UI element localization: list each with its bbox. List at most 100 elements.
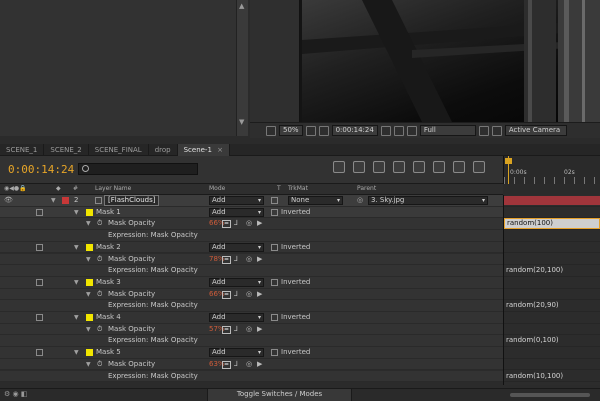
always-preview-icon[interactable] bbox=[266, 125, 276, 136]
mask-name[interactable]: Mask 5 bbox=[96, 347, 121, 358]
mask-name[interactable]: Mask 3 bbox=[96, 277, 121, 288]
expression-graph-icon[interactable]: ⅃ bbox=[234, 254, 238, 265]
mask-lock-checkbox[interactable] bbox=[36, 349, 43, 357]
expression-pickwhip-icon[interactable]: ◎ bbox=[246, 218, 252, 229]
inverted-checkbox[interactable] bbox=[271, 314, 278, 321]
expression-enable-icon[interactable]: = bbox=[222, 220, 231, 229]
expand-property-icon[interactable]: ▼ bbox=[86, 218, 91, 229]
project-scrollbar[interactable]: ▲ ▼ bbox=[236, 0, 248, 136]
header-num[interactable]: # bbox=[73, 185, 78, 192]
opacity-track[interactable]: random(100) bbox=[504, 218, 600, 231]
expression-row[interactable]: Expression: Mask Opacity bbox=[0, 335, 503, 348]
expression-field[interactable]: random(0,100) bbox=[506, 336, 559, 344]
expand-property-icon[interactable]: ▼ bbox=[86, 324, 91, 335]
tab-scene-1[interactable]: SCENE_1 bbox=[0, 144, 45, 156]
stopwatch-icon[interactable]: ⏱ bbox=[97, 218, 102, 229]
expression-row[interactable]: Expression: Mask Opacity bbox=[0, 300, 503, 312]
mask-name[interactable]: Mask 2 bbox=[96, 242, 121, 253]
expand-layer-icon[interactable]: ▼ bbox=[51, 195, 56, 206]
mask-color-swatch[interactable] bbox=[86, 349, 93, 357]
expression-graph-icon[interactable]: ⅃ bbox=[234, 289, 238, 300]
expand-property-icon[interactable]: ▼ bbox=[86, 254, 91, 265]
mask-name[interactable]: Mask 4 bbox=[96, 312, 121, 323]
expression-pickwhip-icon[interactable]: ◎ bbox=[246, 254, 252, 265]
stopwatch-icon[interactable]: ⏱ bbox=[97, 254, 102, 265]
scroll-up-icon[interactable]: ▲ bbox=[239, 2, 244, 10]
preserve-transparency-checkbox[interactable] bbox=[271, 197, 278, 204]
mask-opacity-row[interactable]: ▼ ⏱ Mask Opacity 57% = ⅃ ◎ ▶ bbox=[0, 323, 503, 336]
layer-mode-select[interactable]: Add bbox=[209, 196, 264, 205]
expression-row[interactable]: Expression: Mask Opacity bbox=[0, 370, 503, 383]
tab-scene-1-active[interactable]: Scene-1 × bbox=[177, 144, 231, 156]
expand-mask-icon[interactable]: ▼ bbox=[74, 207, 79, 218]
composition-viewer[interactable] bbox=[250, 0, 600, 122]
track-area[interactable]: random(100) random(20,100) random(20,90) ra… bbox=[503, 195, 600, 385]
layer-name-field[interactable]: [FlashClouds] bbox=[104, 195, 160, 206]
mask-mode-select[interactable]: Add bbox=[209, 348, 264, 358]
mask-track[interactable] bbox=[504, 312, 600, 324]
expression-enable-icon[interactable]: = bbox=[222, 325, 231, 334]
expand-mask-icon[interactable]: ▼ bbox=[74, 242, 79, 253]
mask-lock-checkbox[interactable] bbox=[36, 243, 43, 251]
close-icon[interactable]: × bbox=[217, 146, 223, 154]
mask-opacity-row[interactable]: ▼ ⏱ Mask Opacity 66% = ⅃ ◎ ▶ bbox=[0, 288, 503, 301]
mask-mode-select[interactable]: Add bbox=[209, 313, 264, 322]
mask-track[interactable] bbox=[504, 277, 600, 289]
mask-mode-select[interactable]: Add bbox=[209, 207, 264, 217]
stopwatch-icon[interactable]: ⏱ bbox=[97, 324, 102, 335]
mask-mode-select[interactable]: Add bbox=[209, 242, 264, 252]
mask-row[interactable]: ▼ Mask 2 Add Inverted bbox=[0, 241, 503, 254]
mask-color-swatch[interactable] bbox=[86, 243, 93, 251]
tab-scene-final[interactable]: SCENE_FINAL bbox=[89, 144, 149, 156]
mask-track[interactable] bbox=[504, 207, 600, 219]
layer-row[interactable]: 👁 ▼ 2 [FlashClouds] Add None ◎ 3. Sky.jp… bbox=[0, 195, 503, 207]
brainstorm-icon[interactable] bbox=[473, 161, 485, 173]
mask-color-swatch[interactable] bbox=[86, 314, 93, 321]
layer-track[interactable] bbox=[504, 195, 600, 207]
color-channel-icon[interactable] bbox=[406, 125, 417, 136]
safe-margins-icon[interactable] bbox=[305, 125, 316, 136]
expression-language-icon[interactable]: ▶ bbox=[257, 218, 262, 229]
expression-language-icon[interactable]: ▶ bbox=[257, 254, 262, 265]
inverted-checkbox[interactable] bbox=[271, 208, 278, 216]
expression-graph-icon[interactable]: ⅃ bbox=[234, 324, 238, 335]
expression-track[interactable]: random(20,90) bbox=[504, 300, 600, 312]
header-parent[interactable]: Parent bbox=[357, 185, 376, 192]
expression-field[interactable]: random(20,100) bbox=[506, 266, 563, 274]
current-time-display[interactable]: 0:00:14:24 bbox=[8, 163, 74, 176]
expression-track[interactable]: random(20,100) bbox=[504, 265, 600, 277]
expression-pickwhip-icon[interactable]: ◎ bbox=[246, 289, 252, 300]
stopwatch-icon[interactable]: ⏱ bbox=[97, 359, 102, 370]
footer-icons[interactable]: ⚙ ◉ ◧ bbox=[4, 390, 27, 398]
tab-drop[interactable]: drop bbox=[149, 144, 178, 156]
opacity-track[interactable] bbox=[504, 359, 600, 371]
expression-graph-icon[interactable]: ⅃ bbox=[234, 218, 238, 229]
expand-mask-icon[interactable]: ▼ bbox=[74, 347, 79, 358]
expand-property-icon[interactable]: ▼ bbox=[86, 289, 91, 300]
opacity-track[interactable] bbox=[504, 254, 600, 266]
mask-track[interactable] bbox=[504, 347, 600, 359]
expression-graph-icon[interactable]: ⅃ bbox=[234, 359, 238, 370]
expression-enable-icon[interactable]: = bbox=[222, 255, 231, 264]
hide-shy-icon[interactable] bbox=[393, 161, 405, 173]
header-trkmat[interactable]: TrkMat bbox=[288, 185, 308, 192]
mask-row[interactable]: ▼ Mask 5 Add Inverted bbox=[0, 347, 503, 359]
viewer-timecode[interactable]: 0:00:14:24 bbox=[331, 125, 378, 136]
mask-lock-checkbox[interactable] bbox=[36, 314, 43, 321]
mask-name[interactable]: Mask 1 bbox=[96, 207, 121, 218]
expression-field[interactable]: random(100) bbox=[504, 218, 600, 230]
expression-track[interactable]: random(10,100) bbox=[504, 371, 600, 383]
expression-language-icon[interactable]: ▶ bbox=[257, 324, 262, 335]
inverted-checkbox[interactable] bbox=[271, 278, 278, 286]
expression-language-icon[interactable]: ▶ bbox=[257, 289, 262, 300]
expression-enable-icon[interactable]: = bbox=[222, 290, 231, 299]
expand-mask-icon[interactable]: ▼ bbox=[74, 312, 79, 323]
mask-visibility-icon[interactable] bbox=[318, 125, 329, 136]
eye-icon[interactable]: 👁 bbox=[4, 195, 13, 206]
inverted-checkbox[interactable] bbox=[271, 243, 278, 251]
mask-row[interactable]: ▼ Mask 1 Add Inverted bbox=[0, 206, 503, 219]
mask-track[interactable] bbox=[504, 242, 600, 254]
mask-opacity-row[interactable]: ▼ ⏱ Mask Opacity 78% = ⅃ ◎ ▶ bbox=[0, 253, 503, 266]
expand-property-icon[interactable]: ▼ bbox=[86, 359, 91, 370]
expression-enable-icon[interactable]: = bbox=[222, 360, 231, 369]
